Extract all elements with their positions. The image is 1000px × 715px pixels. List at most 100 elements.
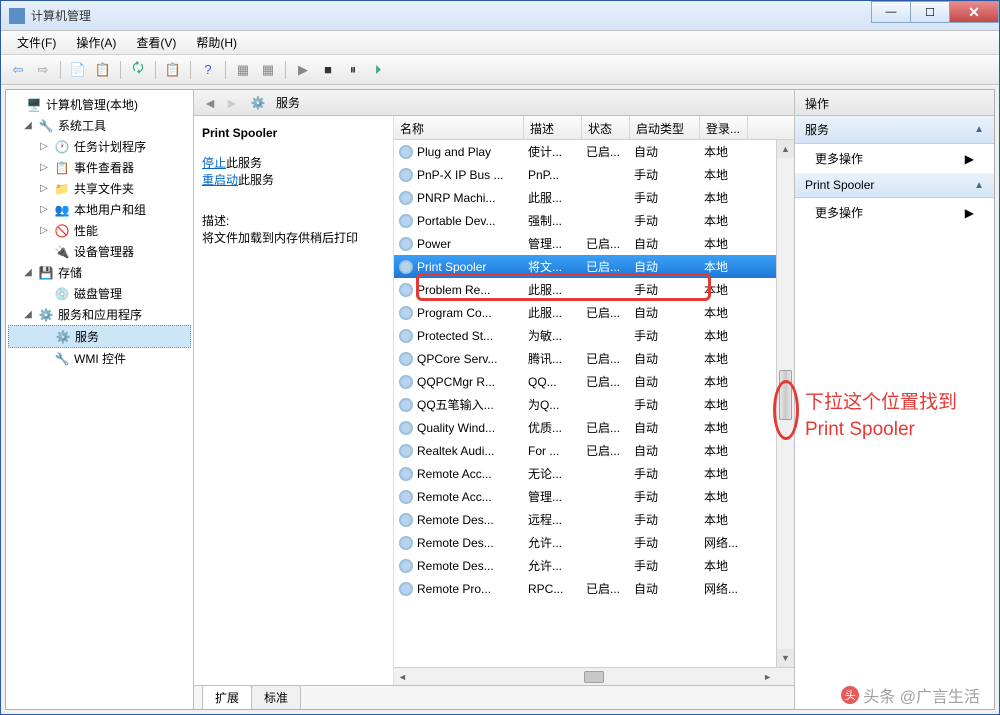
- nav-fwd-icon[interactable]: ►: [224, 95, 240, 111]
- tree-performance[interactable]: ▷🚫性能: [8, 220, 191, 241]
- menu-view[interactable]: 查看(V): [126, 31, 186, 54]
- gear-icon: [398, 420, 414, 436]
- detail-service-name: Print Spooler: [202, 126, 385, 140]
- service-row[interactable]: QQ五笔输入...为Q...手动本地: [394, 393, 794, 416]
- collapse-icon: ▲: [974, 180, 984, 191]
- desc-text: 将文件加载到内存供稍后打印: [202, 229, 385, 246]
- back-button[interactable]: ⇦: [7, 59, 29, 81]
- toggle-button-2[interactable]: ▦: [257, 59, 279, 81]
- service-row[interactable]: Remote Pro...RPC...已启...自动网络...: [394, 577, 794, 600]
- menu-action[interactable]: 操作(A): [66, 31, 126, 54]
- app-icon: [9, 8, 25, 24]
- gear-icon: [398, 236, 414, 252]
- action-section-services[interactable]: 服务▲: [795, 116, 994, 144]
- service-row[interactable]: Remote Acc...无论...手动本地: [394, 462, 794, 485]
- tree-pane: 🖥️计算机管理(本地) ◢🔧系统工具 ▷🕐任务计划程序 ▷📋事件查看器 ▷📁共享…: [6, 90, 194, 709]
- gear-icon: [398, 558, 414, 574]
- service-row[interactable]: Portable Dev...强制...手动本地: [394, 209, 794, 232]
- tree-wmi-control[interactable]: 🔧WMI 控件: [8, 348, 191, 369]
- service-row[interactable]: Print Spooler将文...已启...自动本地: [394, 255, 794, 278]
- center-header: ◄ ► ⚙️ 服务: [194, 90, 794, 116]
- scroll-thumb[interactable]: [779, 370, 792, 420]
- arrow-right-icon: ▶: [965, 152, 974, 166]
- service-row[interactable]: QPCore Serv...腾讯...已启...自动本地: [394, 347, 794, 370]
- gear-icon: [398, 351, 414, 367]
- horizontal-scrollbar[interactable]: ◄ ►: [394, 667, 794, 685]
- menu-help[interactable]: 帮助(H): [186, 31, 247, 54]
- service-row[interactable]: Program Co...此服...已启...自动本地: [394, 301, 794, 324]
- actions-header: 操作: [795, 90, 994, 116]
- tab-standard[interactable]: 标准: [251, 685, 301, 709]
- export-button[interactable]: 📋: [162, 59, 184, 81]
- action-section-spooler[interactable]: Print Spooler▲: [795, 173, 994, 198]
- service-row[interactable]: Remote Acc...管理...手动本地: [394, 485, 794, 508]
- service-row[interactable]: Power管理...已启...自动本地: [394, 232, 794, 255]
- service-row[interactable]: PnP-X IP Bus ...PnP...手动本地: [394, 163, 794, 186]
- tree-storage[interactable]: ◢💾存储: [8, 262, 191, 283]
- watermark: 头 头条 @广言生活: [841, 683, 980, 707]
- service-row[interactable]: Plug and Play使计...已启...自动本地: [394, 140, 794, 163]
- service-row[interactable]: Problem Re...此服...手动本地: [394, 278, 794, 301]
- service-row[interactable]: Realtek Audi...For ...已启...自动本地: [394, 439, 794, 462]
- col-logon[interactable]: 登录...: [700, 116, 748, 139]
- title-bar: 计算机管理 — ☐ ✕: [1, 1, 999, 31]
- col-name[interactable]: 名称: [394, 116, 524, 139]
- service-row[interactable]: Remote Des...允许...手动网络...: [394, 531, 794, 554]
- stop-button[interactable]: ■: [317, 59, 339, 81]
- service-list: 名称 描述 状态 启动类型 登录... Plug and Play使计...已启…: [394, 116, 794, 685]
- close-button[interactable]: ✕: [949, 1, 999, 23]
- gear-icon: [398, 282, 414, 298]
- toggle-button-1[interactable]: ▦: [232, 59, 254, 81]
- minimize-button[interactable]: —: [871, 1, 911, 23]
- menu-file[interactable]: 文件(F): [7, 31, 66, 54]
- watermark-icon: 头: [841, 686, 859, 704]
- service-row[interactable]: Quality Wind...优质...已启...自动本地: [394, 416, 794, 439]
- refresh-button[interactable]: 🗘: [127, 59, 149, 81]
- tree-device-manager[interactable]: 🔌设备管理器: [8, 241, 191, 262]
- tab-extended[interactable]: 扩展: [202, 685, 252, 709]
- tree-disk-management[interactable]: 💿磁盘管理: [8, 283, 191, 304]
- gear-icon: [398, 190, 414, 206]
- service-row[interactable]: Remote Des...允许...手动本地: [394, 554, 794, 577]
- action-more-1[interactable]: 更多操作▶: [795, 144, 994, 173]
- nav-back-icon[interactable]: ◄: [202, 95, 218, 111]
- arrow-right-icon: ▶: [965, 206, 974, 220]
- tree-task-scheduler[interactable]: ▷🕐任务计划程序: [8, 136, 191, 157]
- play-button[interactable]: ▶: [292, 59, 314, 81]
- forward-button[interactable]: ⇨: [32, 59, 54, 81]
- tree-services-apps[interactable]: ◢⚙️服务和应用程序: [8, 304, 191, 325]
- gear-icon: [398, 466, 414, 482]
- tree-system-tools[interactable]: ◢🔧系统工具: [8, 115, 191, 136]
- gear-icon: [398, 397, 414, 413]
- scroll-up-button[interactable]: ▲: [777, 140, 794, 158]
- tree-event-viewer[interactable]: ▷📋事件查看器: [8, 157, 191, 178]
- hscroll-thumb[interactable]: [584, 671, 604, 683]
- tree-local-users[interactable]: ▷👥本地用户和组: [8, 199, 191, 220]
- tree-services[interactable]: ⚙️服务: [8, 325, 191, 348]
- help-button[interactable]: ?: [197, 59, 219, 81]
- maximize-button[interactable]: ☐: [910, 1, 950, 23]
- tree-shared-folders[interactable]: ▷📁共享文件夹: [8, 178, 191, 199]
- properties-button[interactable]: 📋: [92, 59, 114, 81]
- window-title: 计算机管理: [31, 7, 872, 24]
- service-row[interactable]: Remote Des...远程...手动本地: [394, 508, 794, 531]
- gear-icon: [398, 328, 414, 344]
- tree-root[interactable]: 🖥️计算机管理(本地): [8, 94, 191, 115]
- gear-icon: [398, 259, 414, 275]
- collapse-icon: ▲: [974, 124, 984, 135]
- restart-service-link[interactable]: 重启动: [202, 173, 238, 187]
- vertical-scrollbar[interactable]: ▲ ▼: [776, 140, 794, 667]
- service-row[interactable]: QQPCMgr R...QQ...已启...自动本地: [394, 370, 794, 393]
- service-row[interactable]: Protected St...为敏...手动本地: [394, 324, 794, 347]
- col-startup[interactable]: 启动类型: [630, 116, 700, 139]
- col-desc[interactable]: 描述: [524, 116, 582, 139]
- pause-button[interactable]: ⏸: [342, 59, 364, 81]
- stop-service-link[interactable]: 停止: [202, 156, 226, 170]
- gear-icon: ⚙️: [250, 95, 266, 111]
- restart-button[interactable]: ⏵: [367, 59, 389, 81]
- action-more-2[interactable]: 更多操作▶: [795, 198, 994, 227]
- service-row[interactable]: PNRP Machi...此服...手动本地: [394, 186, 794, 209]
- scroll-down-button[interactable]: ▼: [777, 649, 794, 667]
- up-button[interactable]: 📄: [67, 59, 89, 81]
- col-status[interactable]: 状态: [582, 116, 630, 139]
